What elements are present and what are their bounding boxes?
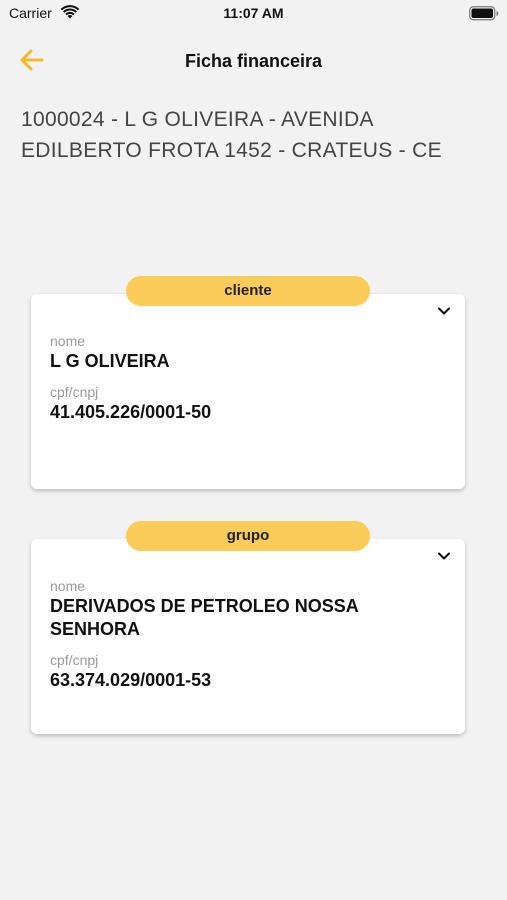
group-cnpj-field: cpf/cnpj 63.374.029/0001-53	[50, 651, 446, 692]
group-card-wrapper: grupo nome DERIVADOS DE PETROLEO NOSSA S…	[31, 521, 465, 734]
field-label: nome	[50, 578, 86, 594]
client-cnpj-field: cpf/cnpj 41.405.226/0001-50	[50, 383, 446, 424]
expand-client-button[interactable]	[435, 304, 453, 318]
battery-icon	[469, 6, 499, 21]
field-value: 41.405.226/0001-50	[50, 402, 212, 422]
field-value: 63.374.029/0001-53	[50, 670, 212, 690]
client-card-body: nome L G OLIVEIRA cpf/cnpj 41.405.226/00…	[31, 294, 465, 424]
expand-group-button[interactable]	[435, 549, 453, 563]
status-time: 11:07 AM	[223, 5, 284, 21]
field-label: cpf/cnpj	[50, 652, 99, 668]
field-label: nome	[50, 333, 86, 349]
client-card-wrapper: cliente nome L G OLIVEIRA cpf/cnpj 41.40…	[31, 276, 465, 489]
client-name-field: nome L G OLIVEIRA	[50, 332, 446, 373]
client-card: nome L G OLIVEIRA cpf/cnpj 41.405.226/00…	[31, 294, 465, 489]
field-value: DERIVADOS DE PETROLEO NOSSA SENHORA	[50, 596, 359, 639]
field-label: cpf/cnpj	[50, 384, 99, 400]
card-tag-grupo: grupo	[126, 521, 370, 551]
navigation-bar: Ficha financeira	[0, 40, 507, 84]
card-tag-cliente: cliente	[126, 276, 370, 306]
status-bar: Carrier 11:07 AM	[0, 0, 507, 30]
account-header: 1000024 - L G OLIVEIRA - AVENIDA EDILBER…	[21, 108, 442, 162]
field-value: L G OLIVEIRA	[50, 351, 170, 371]
group-card: nome DERIVADOS DE PETROLEO NOSSA SENHORA…	[31, 539, 465, 734]
chevron-down-icon	[435, 305, 453, 322]
page-title: Ficha financeira	[184, 51, 323, 71]
chevron-down-icon	[435, 550, 453, 567]
group-name-field: nome DERIVADOS DE PETROLEO NOSSA SENHORA	[50, 577, 446, 641]
group-card-body: nome DERIVADOS DE PETROLEO NOSSA SENHORA…	[31, 539, 465, 692]
